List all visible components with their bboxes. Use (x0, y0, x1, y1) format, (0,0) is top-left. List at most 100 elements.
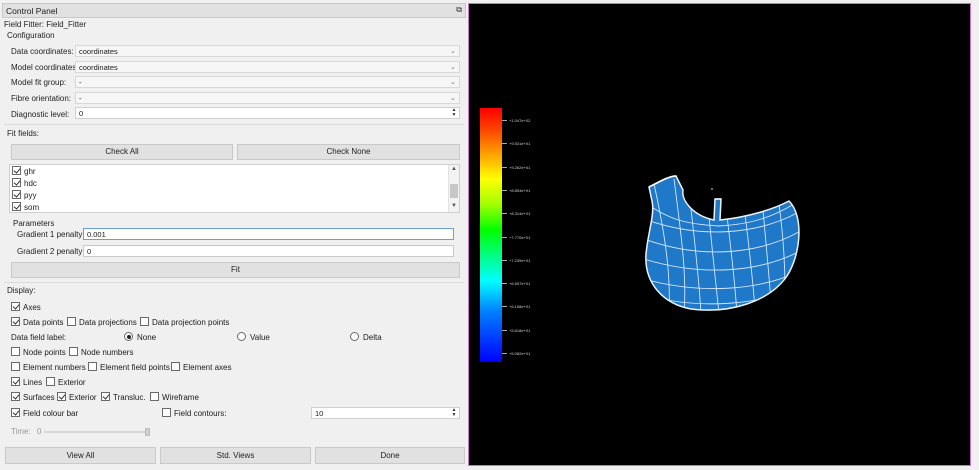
list-item-label: pyy (24, 191, 37, 200)
diagnostic-level-label: Diagnostic level: (11, 110, 70, 119)
data-projection-points-checkbox[interactable]: Data projection points (140, 317, 229, 328)
parameters-heading: Parameters (13, 219, 55, 228)
divider (4, 282, 464, 283)
std-views-button[interactable]: Std. Views (160, 447, 311, 464)
spin-value: 0 (79, 109, 84, 118)
checkbox-label: Field colour bar (23, 409, 79, 418)
fibre-orientation-label: Fibre orientation: (11, 94, 72, 103)
field-contours-checkbox[interactable]: Field contours: (162, 408, 226, 419)
checkbox-unchecked-icon[interactable] (140, 317, 149, 326)
radio-label: Delta (363, 333, 382, 342)
combo-value: coordinates (79, 47, 118, 56)
data-points-checkbox[interactable]: Data points (11, 317, 63, 328)
checkbox-unchecked-icon[interactable] (171, 362, 180, 371)
radio-unselected-icon[interactable] (350, 332, 359, 341)
scroll-thumb[interactable] (450, 184, 458, 198)
checkbox-label: Surfaces (23, 393, 55, 402)
list-item[interactable]: som (12, 202, 39, 212)
lines-checkbox[interactable]: Lines (11, 377, 42, 388)
radio-delta[interactable]: Delta (350, 332, 382, 343)
model-fit-group-combo[interactable]: - ⌄ (75, 76, 460, 88)
spin-arrows-icon[interactable]: ▲ ▼ (450, 108, 458, 118)
list-item[interactable]: ghr (12, 166, 36, 178)
node-numbers-checkbox[interactable]: Node numbers (69, 347, 133, 358)
checkbox-unchecked-icon[interactable] (11, 362, 20, 371)
surfaces-exterior-checkbox[interactable]: Exterior (57, 392, 97, 403)
checkbox-label: Axes (23, 303, 41, 312)
combo-value: - (79, 94, 82, 103)
checkbox-checked-icon[interactable] (11, 377, 20, 386)
field-contours-spinbox[interactable]: 10 ▲ ▼ (311, 407, 460, 419)
radio-selected-icon[interactable] (124, 332, 133, 341)
lines-exterior-checkbox[interactable]: Exterior (46, 377, 86, 388)
chevron-down-icon: ⌄ (450, 95, 456, 102)
scroll-up-icon[interactable]: ▲ (449, 166, 459, 172)
diagnostic-level-spinbox[interactable]: 0 ▲ ▼ (75, 107, 460, 119)
checkbox-label: Data points (23, 318, 64, 327)
scroll-down-icon[interactable]: ▼ (449, 203, 459, 209)
fibre-orientation-combo[interactable]: - ⌄ (75, 92, 460, 104)
wireframe-checkbox[interactable]: Wireframe (150, 392, 199, 403)
radio-unselected-icon[interactable] (237, 332, 246, 341)
checkbox-unchecked-icon[interactable] (162, 408, 171, 417)
checkbox-checked-icon[interactable] (101, 392, 110, 401)
checkbox-unchecked-icon[interactable] (88, 362, 97, 371)
divider (4, 124, 464, 125)
checkbox-checked-icon[interactable] (11, 317, 20, 326)
gradient2-label: Gradient 2 penalty: (17, 247, 85, 256)
input-value: 0 (87, 247, 92, 256)
radio-none[interactable]: None (124, 332, 156, 343)
checkbox-checked-icon[interactable] (12, 190, 21, 199)
element-field-points-checkbox[interactable]: Element field points (88, 362, 170, 373)
axes-checkbox[interactable]: Axes (11, 302, 41, 313)
field-colour-bar-checkbox[interactable]: Field colour bar (11, 408, 78, 419)
checkbox-unchecked-icon[interactable] (46, 377, 55, 386)
check-all-button[interactable]: Check All (11, 144, 233, 160)
configuration-heading: Configuration (7, 31, 55, 40)
data-coordinates-label: Data coordinates: (11, 47, 74, 56)
fit-fields-list[interactable]: ghr hdc pyy som ▲ ▼ (9, 164, 460, 213)
checkbox-checked-icon[interactable] (12, 178, 21, 187)
data-coordinates-combo[interactable]: coordinates ⌄ (75, 45, 460, 57)
list-scrollbar[interactable]: ▲ ▼ (448, 165, 459, 212)
radio-value[interactable]: Value (237, 332, 270, 343)
element-numbers-checkbox[interactable]: Element numbers (11, 362, 86, 373)
surfaces-checkbox[interactable]: Surfaces (11, 392, 55, 403)
gradient1-input[interactable]: 0.001 (83, 228, 454, 240)
undock-icon[interactable]: ⧉ (456, 5, 462, 15)
list-item[interactable]: pyy (12, 190, 36, 202)
node-points-checkbox[interactable]: Node points (11, 347, 66, 358)
gradient2-input[interactable]: 0 (83, 245, 454, 257)
checkbox-checked-icon[interactable] (11, 392, 20, 401)
checkbox-label: Element numbers (23, 363, 86, 372)
3d-viewport[interactable]: +1.047e+02 +9.531e+01 +9.262e+01 +8.853e+01… (468, 3, 971, 466)
time-slider-handle[interactable] (145, 428, 150, 436)
stomach-mesh-svg (645, 175, 800, 311)
checkbox-checked-icon[interactable] (11, 408, 20, 417)
checkbox-checked-icon[interactable] (11, 302, 20, 311)
control-panel: Control Panel ⧉ Field Fitter: Field_Fitt… (0, 0, 467, 470)
checkbox-unchecked-icon[interactable] (150, 392, 159, 401)
checkbox-checked-icon[interactable] (57, 392, 66, 401)
spin-arrows-icon[interactable]: ▲ ▼ (450, 408, 458, 418)
list-item[interactable]: hdc (12, 178, 37, 190)
data-field-label-label: Data field label: (11, 333, 67, 342)
list-item-label: ghr (24, 167, 36, 176)
fit-button[interactable]: Fit (11, 262, 460, 278)
model-coordinates-combo[interactable]: coordinates ⌄ (75, 61, 460, 73)
checkbox-unchecked-icon[interactable] (11, 347, 20, 356)
model-fit-group-label: Model fit group: (11, 78, 67, 87)
checkbox-unchecked-icon[interactable] (69, 347, 78, 356)
checkbox-unchecked-icon[interactable] (67, 317, 76, 326)
check-none-button[interactable]: Check None (237, 144, 460, 160)
checkbox-checked-icon[interactable] (12, 166, 21, 175)
checkbox-checked-icon[interactable] (12, 202, 21, 211)
element-axes-checkbox[interactable]: Element axes (171, 362, 231, 373)
view-all-button[interactable]: View All (5, 447, 156, 464)
data-projections-checkbox[interactable]: Data projections (67, 317, 137, 328)
checkbox-label: Node points (23, 348, 66, 357)
transluc-checkbox[interactable]: Transluc. (101, 392, 146, 403)
time-slider-track[interactable] (44, 431, 148, 433)
axis-marker (711, 188, 713, 190)
done-button[interactable]: Done (315, 447, 465, 464)
